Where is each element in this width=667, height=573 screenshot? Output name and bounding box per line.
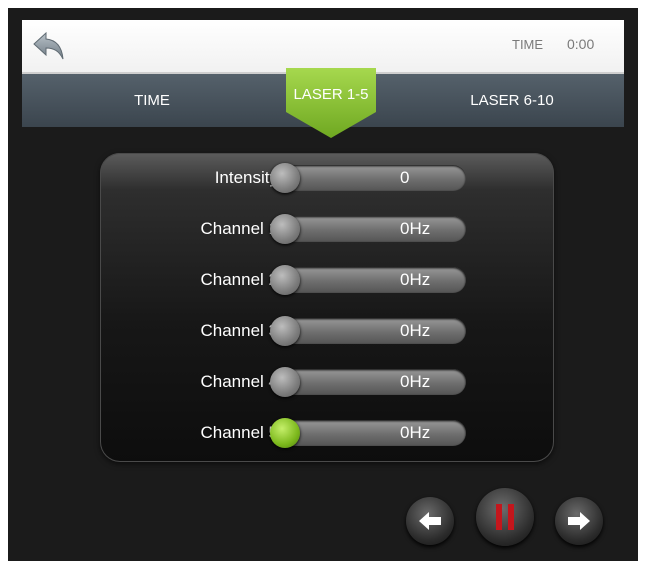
previous-button[interactable]	[406, 497, 454, 545]
left-arrow-icon	[419, 512, 441, 530]
channel-5-slider[interactable]: 0Hz	[270, 418, 466, 448]
channel-2-slider[interactable]: 0Hz	[270, 265, 466, 295]
slider-label: Channel 1	[200, 219, 278, 238]
slider-knob[interactable]	[270, 214, 300, 244]
slider-row-channel-5: Channel 5 0Hz	[100, 414, 554, 452]
tab-laser-6-10[interactable]: LASER 6-10	[452, 74, 572, 127]
slider-label: Channel 2	[200, 270, 278, 289]
pause-button[interactable]	[476, 488, 534, 546]
slider-knob[interactable]	[270, 163, 300, 193]
intensity-slider[interactable]: 0	[270, 163, 466, 193]
time-value: 0:00	[567, 36, 595, 52]
slider-value: 0	[400, 168, 410, 187]
slider-label: Channel 3	[200, 321, 278, 340]
header-bar: TIME 0:00	[22, 20, 624, 74]
slider-track	[272, 165, 466, 191]
back-arrow-icon	[33, 31, 64, 60]
slider-value: 0Hz	[400, 219, 431, 238]
slider-row-channel-1: Channel 1 0Hz	[100, 210, 554, 248]
app-screen: TIME 0:00 TIME LASER 1-5 LASER 6-10 Inte…	[8, 8, 638, 561]
laser-settings-panel: Intensity 0 Channel 1 0Hz Channel 2 0Hz	[100, 153, 554, 462]
tab-laser-1-5[interactable]: LASER 1-5	[282, 80, 380, 110]
tab-bar: TIME LASER 1-5 LASER 6-10	[22, 68, 624, 138]
slider-track	[272, 267, 466, 293]
slider-track	[272, 369, 466, 395]
slider-label: Channel 5	[200, 423, 278, 442]
pause-icon	[496, 504, 514, 530]
slider-value: 0Hz	[400, 372, 431, 391]
channel-1-slider[interactable]: 0Hz	[270, 214, 466, 244]
tab-time[interactable]: TIME	[112, 74, 192, 127]
time-label: TIME	[512, 37, 544, 52]
slider-track	[272, 318, 466, 344]
channel-4-slider[interactable]: 0Hz	[270, 367, 466, 397]
slider-label: Intensity	[214, 168, 278, 187]
slider-label: Channel 4	[200, 372, 278, 391]
back-button[interactable]	[32, 29, 66, 63]
top-bezel	[8, 8, 638, 20]
slider-knob[interactable]	[270, 265, 300, 295]
slider-knob[interactable]	[270, 316, 300, 346]
slider-row-channel-3: Channel 3 0Hz	[100, 312, 554, 350]
slider-row-intensity: Intensity 0	[100, 159, 554, 197]
slider-row-channel-2: Channel 2 0Hz	[100, 261, 554, 299]
next-button[interactable]	[555, 497, 603, 545]
slider-value: 0Hz	[400, 270, 431, 289]
slider-knob-active[interactable]	[270, 418, 300, 448]
slider-track	[272, 420, 466, 446]
channel-3-slider[interactable]: 0Hz	[270, 316, 466, 346]
slider-value: 0Hz	[400, 321, 431, 340]
right-arrow-icon	[568, 512, 590, 530]
slider-value: 0Hz	[400, 423, 431, 442]
slider-knob[interactable]	[270, 367, 300, 397]
slider-track	[272, 216, 466, 242]
slider-row-channel-4: Channel 4 0Hz	[100, 363, 554, 401]
